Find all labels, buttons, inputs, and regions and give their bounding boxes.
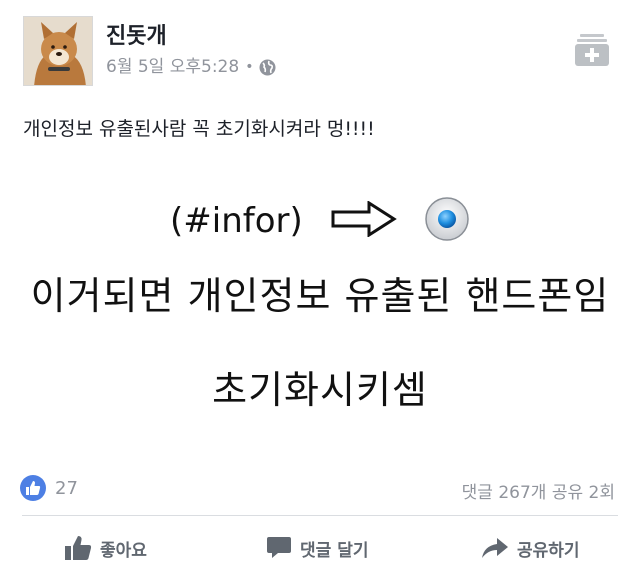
share-arrow-icon <box>482 538 508 558</box>
comment-share-stats[interactable]: 댓글 267개 공유 2회 <box>462 478 615 503</box>
image-line-2: 이거되면 개인정보 유출된 핸드폰임 <box>30 274 610 318</box>
thumbs-up-icon <box>65 536 92 560</box>
image-line-3: 초기화시키셈 <box>212 368 428 412</box>
share-button-label: 공유하기 <box>517 540 580 561</box>
reaction-summary[interactable]: 27 <box>20 475 78 501</box>
author-name[interactable]: 진돗개 <box>106 24 167 50</box>
comment-button-label: 댓글 달기 <box>300 540 369 561</box>
like-button-label: 좋아요 <box>100 540 147 561</box>
image-tag-text: (#infor) <box>170 201 303 241</box>
radio-button-icon <box>423 195 471 247</box>
dog-photo <box>24 17 92 85</box>
save-post-button[interactable] <box>574 32 610 68</box>
divider <box>22 515 618 516</box>
post-text: 개인정보 유출된사람 꼭 초기화시켜라 멍!!!! <box>23 118 375 140</box>
meta-separator: • <box>245 59 254 75</box>
save-icon <box>575 34 609 66</box>
reaction-count: 27 <box>55 477 78 499</box>
post-timestamp[interactable]: 6월 5일 오후5:28 <box>106 56 239 78</box>
comment-icon <box>267 537 291 558</box>
image-line-1: (#infor) <box>170 195 471 247</box>
comment-button[interactable]: 댓글 달기 <box>266 530 368 566</box>
globe-icon <box>259 59 276 76</box>
like-button[interactable]: 좋아요 <box>64 530 147 566</box>
arrow-right-icon <box>331 200 397 241</box>
post-image[interactable]: (#infor) 이거되면 개인정보 유출된 핸드폰임 초기화시키셈 <box>0 160 640 460</box>
post-meta: 6월 5일 오후5:28 • <box>106 56 276 78</box>
facebook-post: 진돗개 6월 5일 오후5:28 • 개인정보 유출된사람 꼭 초기화시켜라 멍… <box>0 0 640 578</box>
share-button[interactable]: 공유하기 <box>481 530 580 566</box>
like-reaction-icon <box>20 475 46 501</box>
avatar[interactable] <box>23 16 93 86</box>
